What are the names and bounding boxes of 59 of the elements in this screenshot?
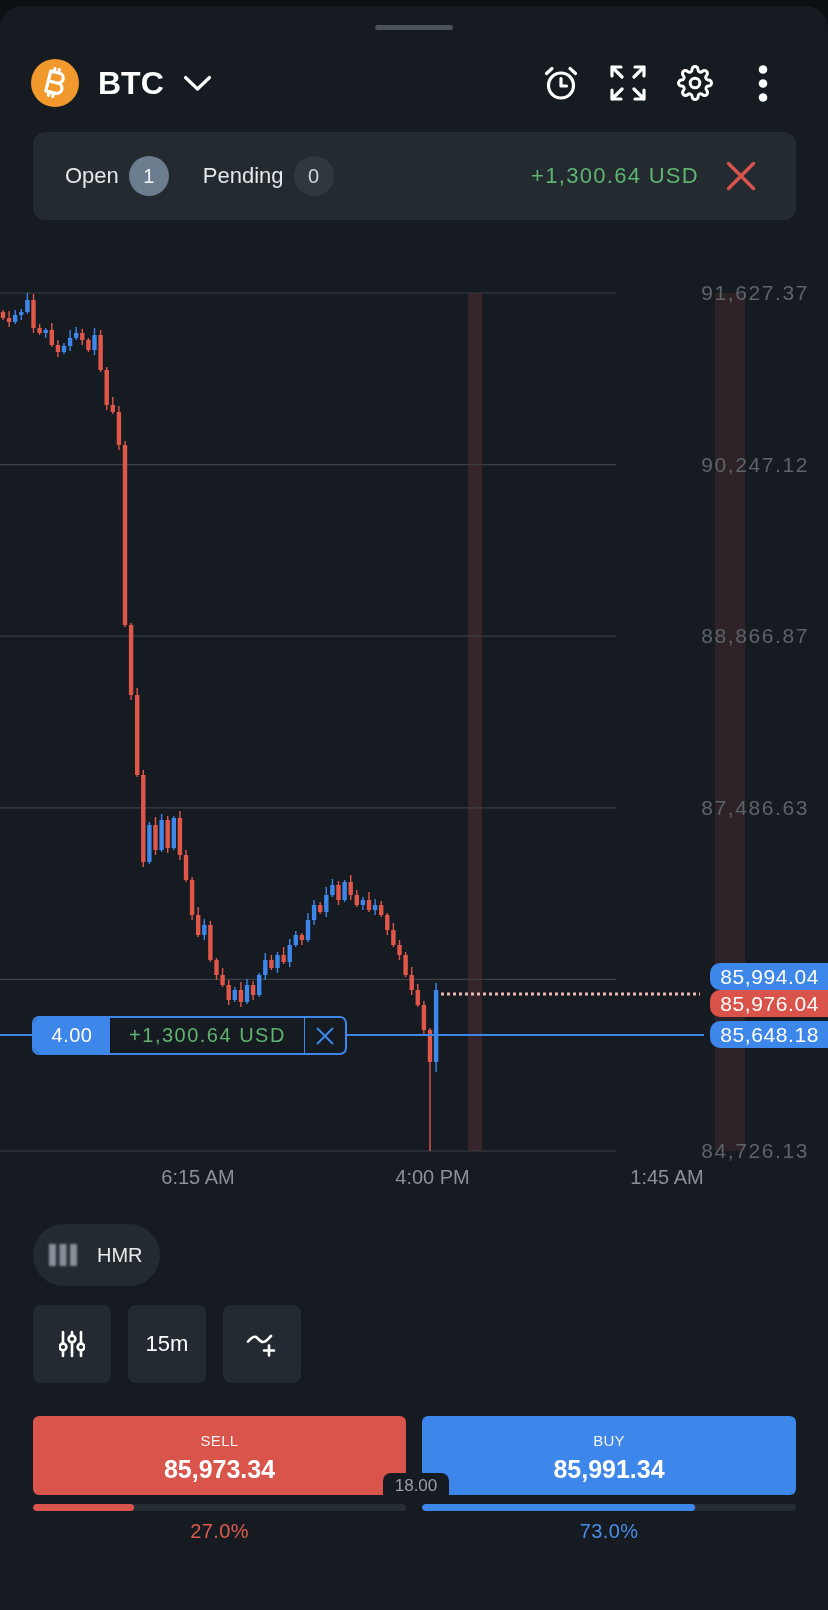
drawing-tool-button[interactable] (223, 1305, 301, 1383)
drag-handle[interactable] (375, 25, 453, 30)
sentiment-reading: 27.0% (189, 1519, 250, 1543)
indicator-chip[interactable]: HMR (33, 1224, 160, 1286)
price-axis-label: 91,627.37 (701, 281, 809, 305)
rising-candle (232, 986, 237, 1003)
price-axis-label: 87,486.63 (701, 795, 809, 820)
chevron-down-icon (182, 74, 212, 92)
timeframe-button[interactable]: 15m (128, 1305, 206, 1383)
rising-candle (360, 896, 366, 911)
falling-candle (336, 880, 341, 906)
price-tag: 85,994.04 (710, 963, 828, 990)
rising-candle (159, 813, 164, 853)
rising-candle (244, 978, 250, 1005)
symbol-selector[interactable]: BTC (31, 59, 212, 107)
rising-candle (275, 951, 280, 974)
spread-badge: 18.00 (383, 1473, 449, 1498)
time-axis-label: 1:45 AM (630, 1165, 704, 1189)
indicators-button[interactable] (33, 1305, 111, 1383)
count-badge: 0 (293, 156, 334, 196)
price-axis-label: 90,247.12 (701, 452, 809, 477)
fullscreen-icon[interactable] (610, 65, 646, 101)
time-axis-label: 4:00 PM (395, 1165, 470, 1189)
bars-icon (46, 1241, 80, 1269)
falling-candle (281, 946, 286, 965)
total-profit: +1,300.64 USD (531, 163, 699, 189)
close-icon[interactable] (726, 161, 756, 191)
price-tag: 85,648.18 (710, 1021, 828, 1048)
order-filter-tab[interactable]: Open 1 (65, 156, 169, 196)
settings-icon[interactable] (677, 65, 713, 101)
falling-candle (269, 954, 274, 971)
alarm-clock-icon[interactable] (543, 65, 579, 101)
falling-candle (299, 932, 305, 946)
falling-candle (238, 981, 244, 1008)
position-volume: 4.00 (34, 1018, 110, 1053)
close-icon[interactable] (316, 1026, 334, 1045)
coin-icon (31, 59, 79, 107)
falling-candle (165, 815, 170, 854)
rising-candle (372, 898, 378, 916)
falling-candle (250, 980, 256, 1001)
price-tag: 85,976.04 (710, 990, 828, 1017)
rising-candle (43, 327, 48, 339)
falling-candle (318, 901, 323, 915)
more-icon[interactable] (758, 64, 768, 102)
price-axis-label: 88,866.87 (701, 624, 809, 649)
rising-candle (342, 879, 347, 903)
count-badge: 1 (128, 156, 169, 196)
rising-candle (171, 815, 176, 851)
sliders-icon (59, 1330, 85, 1358)
time-axis-label: 6:15 AM (161, 1165, 235, 1189)
position-profit: +1,300.64 USD (110, 1018, 305, 1053)
falling-candle (366, 891, 372, 913)
falling-candle (153, 816, 158, 856)
rising-candle (92, 327, 97, 356)
rising-candle (147, 821, 152, 865)
price-axis-label: 84,726.13 (701, 1139, 809, 1163)
rising-candle (202, 918, 207, 941)
sentiment-reading: 73.0% (578, 1519, 640, 1543)
order-filter-tab[interactable]: Pending 0 (202, 156, 334, 196)
